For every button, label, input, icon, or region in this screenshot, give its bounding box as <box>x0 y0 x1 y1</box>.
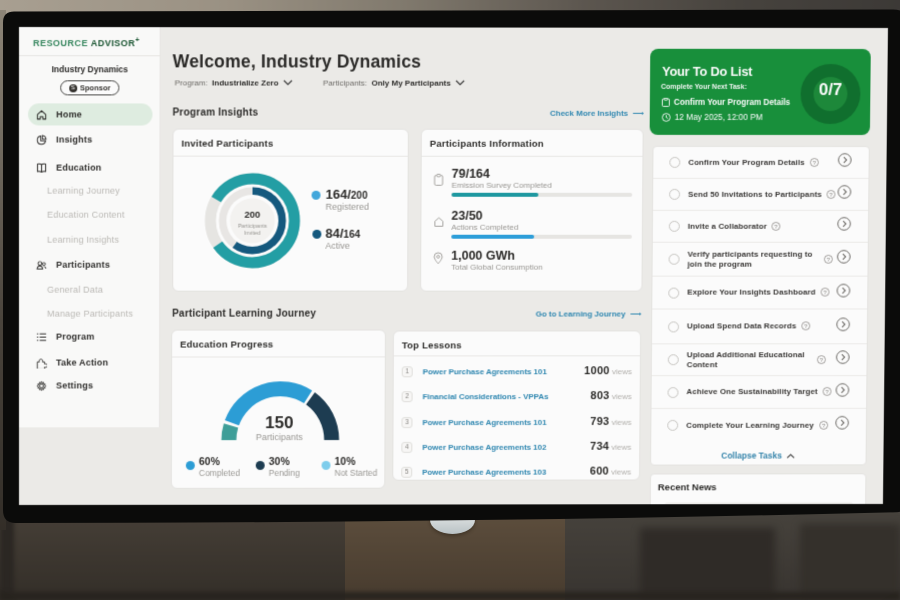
svg-text:Participants: Participants <box>238 224 267 230</box>
svg-text:Invited: Invited <box>244 231 261 237</box>
svg-text:200: 200 <box>245 210 261 221</box>
